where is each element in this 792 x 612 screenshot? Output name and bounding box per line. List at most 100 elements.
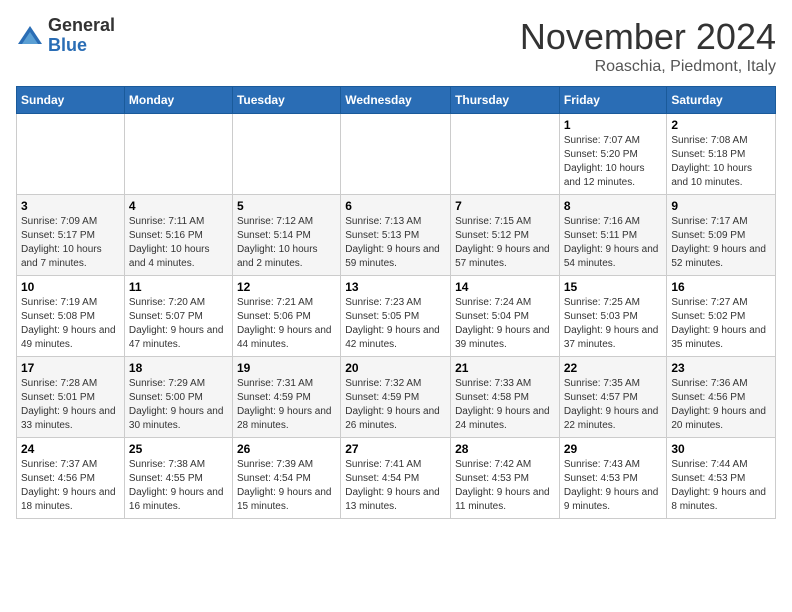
day-info: Sunrise: 7:35 AM Sunset: 4:57 PM Dayligh…	[564, 377, 663, 433]
calendar-cell: 14 Sunrise: 7:24 AM Sunset: 5:04 PM Dayli…	[451, 276, 560, 357]
calendar-cell: 7 Sunrise: 7:15 AM Sunset: 5:12 PM Daylig…	[451, 195, 560, 276]
calendar-cell: 24 Sunrise: 7:37 AM Sunset: 4:56 PM Dayli…	[17, 438, 125, 519]
calendar-cell: 12 Sunrise: 7:21 AM Sunset: 5:06 PM Dayli…	[232, 276, 340, 357]
day-info: Sunrise: 7:15 AM Sunset: 5:12 PM Dayligh…	[455, 215, 555, 271]
calendar-week-row: 17 Sunrise: 7:28 AM Sunset: 5:01 PM Dayli…	[17, 357, 776, 438]
calendar-cell: 15 Sunrise: 7:25 AM Sunset: 5:03 PM Dayli…	[559, 276, 667, 357]
calendar-table: SundayMondayTuesdayWednesdayThursdayFrid…	[16, 86, 776, 519]
calendar-cell: 10Sunrise: 7:19 AM Sunset: 5:08 PM Dayli…	[17, 276, 125, 357]
calendar-cell: 8 Sunrise: 7:16 AM Sunset: 5:11 PM Daylig…	[559, 195, 667, 276]
day-number: 29	[564, 442, 663, 456]
day-info: Sunrise: 7:32 AM Sunset: 4:59 PM Dayligh…	[345, 377, 446, 433]
day-number: 20	[345, 361, 446, 375]
day-info: Sunrise: 7:08 AM Sunset: 5:18 PM Dayligh…	[671, 134, 771, 190]
day-info: Sunrise: 7:23 AM Sunset: 5:05 PM Dayligh…	[345, 296, 446, 352]
day-info: Sunrise: 7:13 AM Sunset: 5:13 PM Dayligh…	[345, 215, 446, 271]
calendar-cell: 5Sunrise: 7:12 AM Sunset: 5:14 PM Daylig…	[232, 195, 340, 276]
calendar-cell: 28 Sunrise: 7:42 AM Sunset: 4:53 PM Dayli…	[451, 438, 560, 519]
day-info: Sunrise: 7:09 AM Sunset: 5:17 PM Dayligh…	[21, 215, 120, 271]
day-number: 22	[564, 361, 663, 375]
month-title: November 2024	[520, 16, 776, 58]
day-info: Sunrise: 7:33 AM Sunset: 4:58 PM Dayligh…	[455, 377, 555, 433]
day-info: Sunrise: 7:20 AM Sunset: 5:07 PM Dayligh…	[129, 296, 228, 352]
calendar-cell: 25 Sunrise: 7:38 AM Sunset: 4:55 PM Dayli…	[124, 438, 232, 519]
day-number: 25	[129, 442, 228, 456]
weekday-header-saturday: Saturday	[667, 87, 776, 114]
weekday-header-wednesday: Wednesday	[341, 87, 451, 114]
day-info: Sunrise: 7:37 AM Sunset: 4:56 PM Dayligh…	[21, 458, 120, 514]
day-info: Sunrise: 7:41 AM Sunset: 4:54 PM Dayligh…	[345, 458, 446, 514]
day-number: 5	[237, 199, 336, 213]
calendar-cell: 2 Sunrise: 7:08 AM Sunset: 5:18 PM Daylig…	[667, 114, 776, 195]
day-info: Sunrise: 7:42 AM Sunset: 4:53 PM Dayligh…	[455, 458, 555, 514]
day-info: Sunrise: 7:07 AM Sunset: 5:20 PM Dayligh…	[564, 134, 663, 190]
calendar-cell: 16Sunrise: 7:27 AM Sunset: 5:02 PM Dayli…	[667, 276, 776, 357]
calendar-cell	[451, 114, 560, 195]
day-number: 26	[237, 442, 336, 456]
day-number: 12	[237, 280, 336, 294]
calendar-cell	[124, 114, 232, 195]
day-info: Sunrise: 7:44 AM Sunset: 4:53 PM Dayligh…	[671, 458, 771, 514]
weekday-header-tuesday: Tuesday	[232, 87, 340, 114]
day-number: 15	[564, 280, 663, 294]
day-number: 2	[671, 118, 771, 132]
logo-icon	[16, 22, 44, 50]
day-number: 19	[237, 361, 336, 375]
day-number: 21	[455, 361, 555, 375]
day-number: 3	[21, 199, 120, 213]
calendar-week-row: 10Sunrise: 7:19 AM Sunset: 5:08 PM Dayli…	[17, 276, 776, 357]
day-info: Sunrise: 7:38 AM Sunset: 4:55 PM Dayligh…	[129, 458, 228, 514]
day-number: 17	[21, 361, 120, 375]
day-info: Sunrise: 7:43 AM Sunset: 4:53 PM Dayligh…	[564, 458, 663, 514]
day-number: 13	[345, 280, 446, 294]
day-number: 28	[455, 442, 555, 456]
calendar-cell: 4Sunrise: 7:11 AM Sunset: 5:16 PM Daylig…	[124, 195, 232, 276]
calendar-cell: 6Sunrise: 7:13 AM Sunset: 5:13 PM Daylig…	[341, 195, 451, 276]
day-info: Sunrise: 7:28 AM Sunset: 5:01 PM Dayligh…	[21, 377, 120, 433]
calendar-cell: 18Sunrise: 7:29 AM Sunset: 5:00 PM Dayli…	[124, 357, 232, 438]
calendar-body: 1Sunrise: 7:07 AM Sunset: 5:20 PM Daylig…	[17, 114, 776, 519]
calendar-cell	[232, 114, 340, 195]
day-info: Sunrise: 7:36 AM Sunset: 4:56 PM Dayligh…	[671, 377, 771, 433]
calendar-cell: 1Sunrise: 7:07 AM Sunset: 5:20 PM Daylig…	[559, 114, 667, 195]
day-number: 4	[129, 199, 228, 213]
day-info: Sunrise: 7:17 AM Sunset: 5:09 PM Dayligh…	[671, 215, 771, 271]
day-number: 11	[129, 280, 228, 294]
logo: General Blue	[16, 16, 115, 56]
day-info: Sunrise: 7:39 AM Sunset: 4:54 PM Dayligh…	[237, 458, 336, 514]
day-info: Sunrise: 7:16 AM Sunset: 5:11 PM Dayligh…	[564, 215, 663, 271]
day-info: Sunrise: 7:25 AM Sunset: 5:03 PM Dayligh…	[564, 296, 663, 352]
day-number: 9	[671, 199, 771, 213]
day-number: 24	[21, 442, 120, 456]
calendar-week-row: 3 Sunrise: 7:09 AM Sunset: 5:17 PM Daylig…	[17, 195, 776, 276]
calendar-cell: 30 Sunrise: 7:44 AM Sunset: 4:53 PM Dayli…	[667, 438, 776, 519]
calendar-cell: 9 Sunrise: 7:17 AM Sunset: 5:09 PM Daylig…	[667, 195, 776, 276]
calendar-cell: 22 Sunrise: 7:35 AM Sunset: 4:57 PM Dayli…	[559, 357, 667, 438]
day-number: 7	[455, 199, 555, 213]
calendar-cell: 13 Sunrise: 7:23 AM Sunset: 5:05 PM Dayli…	[341, 276, 451, 357]
page-header: General Blue November 2024 Roaschia, Pie…	[16, 16, 776, 76]
day-number: 23	[671, 361, 771, 375]
calendar-cell: 17 Sunrise: 7:28 AM Sunset: 5:01 PM Dayli…	[17, 357, 125, 438]
weekday-header-friday: Friday	[559, 87, 667, 114]
day-number: 30	[671, 442, 771, 456]
day-info: Sunrise: 7:21 AM Sunset: 5:06 PM Dayligh…	[237, 296, 336, 352]
calendar-cell: 21 Sunrise: 7:33 AM Sunset: 4:58 PM Dayli…	[451, 357, 560, 438]
logo-text: General Blue	[48, 16, 115, 56]
day-number: 8	[564, 199, 663, 213]
day-info: Sunrise: 7:29 AM Sunset: 5:00 PM Dayligh…	[129, 377, 228, 433]
calendar-cell: 23 Sunrise: 7:36 AM Sunset: 4:56 PM Dayli…	[667, 357, 776, 438]
calendar-cell	[17, 114, 125, 195]
day-number: 14	[455, 280, 555, 294]
calendar-cell: 27Sunrise: 7:41 AM Sunset: 4:54 PM Dayli…	[341, 438, 451, 519]
location: Roaschia, Piedmont, Italy	[520, 58, 776, 76]
day-info: Sunrise: 7:27 AM Sunset: 5:02 PM Dayligh…	[671, 296, 771, 352]
weekday-header-row: SundayMondayTuesdayWednesdayThursdayFrid…	[17, 87, 776, 114]
weekday-header-monday: Monday	[124, 87, 232, 114]
calendar-cell: 19Sunrise: 7:31 AM Sunset: 4:59 PM Dayli…	[232, 357, 340, 438]
calendar-cell	[341, 114, 451, 195]
day-info: Sunrise: 7:24 AM Sunset: 5:04 PM Dayligh…	[455, 296, 555, 352]
calendar-week-row: 1Sunrise: 7:07 AM Sunset: 5:20 PM Daylig…	[17, 114, 776, 195]
calendar-cell: 29 Sunrise: 7:43 AM Sunset: 4:53 PM Dayli…	[559, 438, 667, 519]
calendar-cell: 26 Sunrise: 7:39 AM Sunset: 4:54 PM Dayli…	[232, 438, 340, 519]
